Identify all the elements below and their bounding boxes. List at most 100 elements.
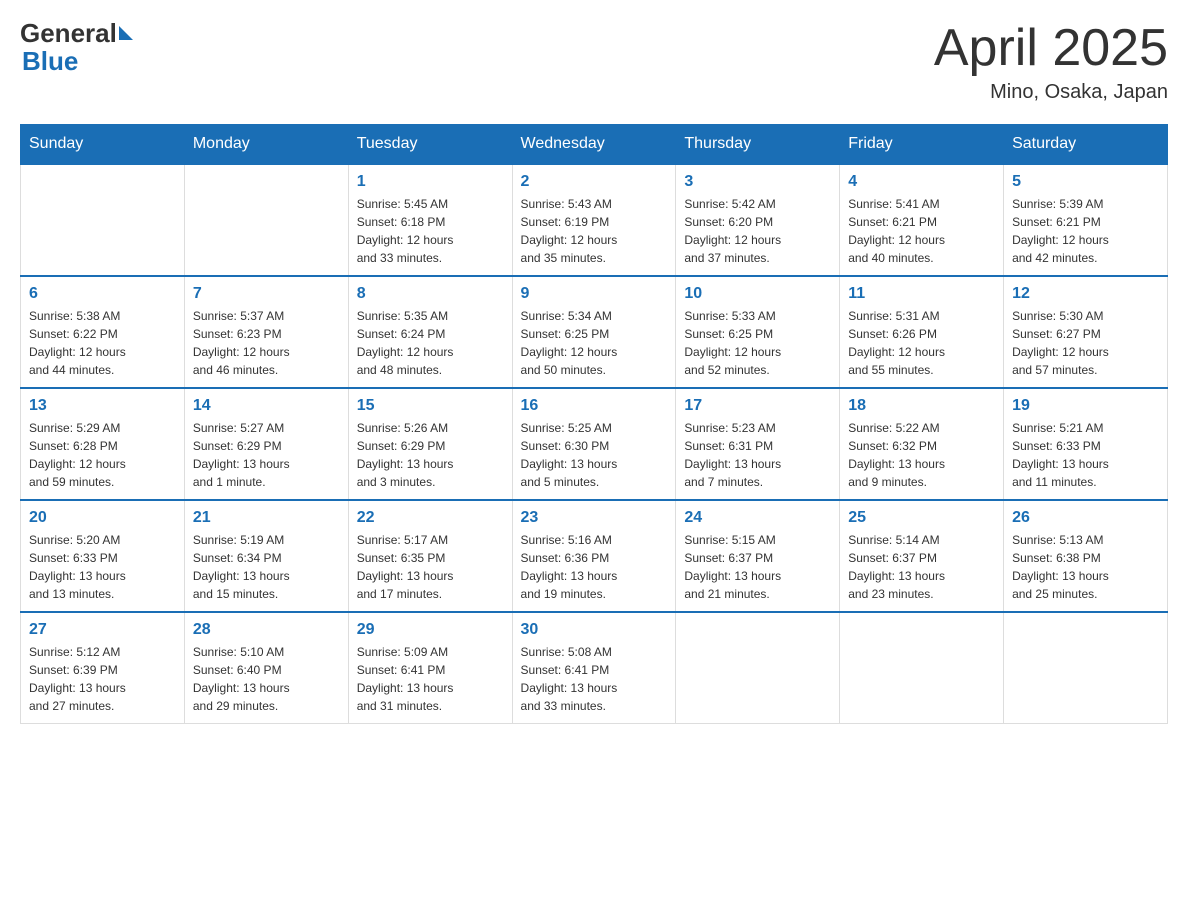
day-info: Sunrise: 5:38 AM Sunset: 6:22 PM Dayligh… (29, 307, 176, 379)
calendar-week-row: 27 Sunrise: 5:12 AM Sunset: 6:39 PM Dayli… (21, 612, 1168, 724)
calendar-day-cell (840, 612, 1004, 724)
day-of-week-header: Wednesday (512, 125, 676, 165)
calendar-day-cell: 26Sunrise: 5:13 AM Sunset: 6:38 PM Dayli… (1004, 500, 1168, 612)
calendar-day-cell: 8 Sunrise: 5:35 AM Sunset: 6:24 PM Daylig… (348, 276, 512, 388)
calendar-day-cell: 23 Sunrise: 5:16 AM Sunset: 6:36 PM Dayli… (512, 500, 676, 612)
day-info: Sunrise: 5:27 AM Sunset: 6:29 PM Dayligh… (193, 419, 340, 491)
calendar-day-cell: 18Sunrise: 5:22 AM Sunset: 6:32 PM Dayli… (840, 388, 1004, 500)
day-number: 15 (357, 397, 504, 415)
calendar-day-cell (1004, 612, 1168, 724)
day-number: 10 (684, 285, 831, 303)
day-of-week-header: Sunday (21, 125, 185, 165)
calendar-day-cell: 22 Sunrise: 5:17 AM Sunset: 6:35 PM Dayli… (348, 500, 512, 612)
day-number: 17 (684, 397, 831, 415)
day-info: Sunrise: 5:13 AM Sunset: 6:38 PM Dayligh… (1012, 531, 1159, 603)
day-info: Sunrise: 5:19 AM Sunset: 6:34 PM Dayligh… (193, 531, 340, 603)
day-number: 21 (193, 509, 340, 527)
day-info: Sunrise: 5:08 AM Sunset: 6:41 PM Dayligh… (521, 643, 668, 715)
calendar-week-row: 13 Sunrise: 5:29 AM Sunset: 6:28 PM Dayli… (21, 388, 1168, 500)
calendar-week-row: 20Sunrise: 5:20 AM Sunset: 6:33 PM Dayli… (21, 500, 1168, 612)
page-header: General Blue April 2025 Mino, Osaka, Jap… (20, 20, 1168, 104)
calendar-day-cell: 10 Sunrise: 5:33 AM Sunset: 6:25 PM Dayli… (676, 276, 840, 388)
calendar-day-cell: 4 Sunrise: 5:41 AM Sunset: 6:21 PM Daylig… (840, 164, 1004, 276)
calendar-day-cell: 28Sunrise: 5:10 AM Sunset: 6:40 PM Dayli… (184, 612, 348, 724)
calendar-day-cell: 6 Sunrise: 5:38 AM Sunset: 6:22 PM Daylig… (21, 276, 185, 388)
subtitle: Mino, Osaka, Japan (934, 81, 1168, 104)
day-number: 30 (521, 621, 668, 639)
logo-triangle-icon (119, 26, 133, 40)
day-info: Sunrise: 5:21 AM Sunset: 6:33 PM Dayligh… (1012, 419, 1159, 491)
calendar-week-row: 1 Sunrise: 5:45 AM Sunset: 6:18 PM Daylig… (21, 164, 1168, 276)
logo-general-text: General (20, 20, 117, 46)
day-info: Sunrise: 5:14 AM Sunset: 6:37 PM Dayligh… (848, 531, 995, 603)
day-info: Sunrise: 5:09 AM Sunset: 6:41 PM Dayligh… (357, 643, 504, 715)
day-info: Sunrise: 5:43 AM Sunset: 6:19 PM Dayligh… (521, 195, 668, 267)
calendar-day-cell: 5Sunrise: 5:39 AM Sunset: 6:21 PM Daylig… (1004, 164, 1168, 276)
day-number: 28 (193, 621, 340, 639)
day-number: 9 (521, 285, 668, 303)
day-number: 7 (193, 285, 340, 303)
day-info: Sunrise: 5:25 AM Sunset: 6:30 PM Dayligh… (521, 419, 668, 491)
day-info: Sunrise: 5:23 AM Sunset: 6:31 PM Dayligh… (684, 419, 831, 491)
calendar-day-cell: 7 Sunrise: 5:37 AM Sunset: 6:23 PM Daylig… (184, 276, 348, 388)
day-number: 24 (684, 509, 831, 527)
day-info: Sunrise: 5:41 AM Sunset: 6:21 PM Dayligh… (848, 195, 995, 267)
day-number: 11 (848, 285, 995, 303)
day-number: 29 (357, 621, 504, 639)
calendar-day-cell: 16 Sunrise: 5:25 AM Sunset: 6:30 PM Dayli… (512, 388, 676, 500)
calendar-day-cell: 20Sunrise: 5:20 AM Sunset: 6:33 PM Dayli… (21, 500, 185, 612)
day-info: Sunrise: 5:17 AM Sunset: 6:35 PM Dayligh… (357, 531, 504, 603)
calendar-body: 1 Sunrise: 5:45 AM Sunset: 6:18 PM Daylig… (21, 164, 1168, 724)
day-info: Sunrise: 5:37 AM Sunset: 6:23 PM Dayligh… (193, 307, 340, 379)
calendar-day-cell: 9 Sunrise: 5:34 AM Sunset: 6:25 PM Daylig… (512, 276, 676, 388)
day-of-week-header: Tuesday (348, 125, 512, 165)
calendar-day-cell: 14 Sunrise: 5:27 AM Sunset: 6:29 PM Dayli… (184, 388, 348, 500)
calendar-day-cell (21, 164, 185, 276)
day-number: 13 (29, 397, 176, 415)
day-info: Sunrise: 5:26 AM Sunset: 6:29 PM Dayligh… (357, 419, 504, 491)
day-info: Sunrise: 5:35 AM Sunset: 6:24 PM Dayligh… (357, 307, 504, 379)
day-info: Sunrise: 5:12 AM Sunset: 6:39 PM Dayligh… (29, 643, 176, 715)
day-info: Sunrise: 5:45 AM Sunset: 6:18 PM Dayligh… (357, 195, 504, 267)
day-info: Sunrise: 5:29 AM Sunset: 6:28 PM Dayligh… (29, 419, 176, 491)
calendar-day-cell (676, 612, 840, 724)
calendar-day-cell: 17 Sunrise: 5:23 AM Sunset: 6:31 PM Dayli… (676, 388, 840, 500)
main-title: April 2025 (934, 20, 1168, 77)
calendar-day-cell: 15 Sunrise: 5:26 AM Sunset: 6:29 PM Dayli… (348, 388, 512, 500)
calendar-day-cell: 3 Sunrise: 5:42 AM Sunset: 6:20 PM Daylig… (676, 164, 840, 276)
day-number: 2 (521, 173, 668, 191)
day-info: Sunrise: 5:22 AM Sunset: 6:32 PM Dayligh… (848, 419, 995, 491)
calendar-day-cell: 12Sunrise: 5:30 AM Sunset: 6:27 PM Dayli… (1004, 276, 1168, 388)
day-number: 23 (521, 509, 668, 527)
day-number: 22 (357, 509, 504, 527)
title-block: April 2025 Mino, Osaka, Japan (934, 20, 1168, 104)
calendar-day-cell: 30 Sunrise: 5:08 AM Sunset: 6:41 PM Dayli… (512, 612, 676, 724)
calendar-day-cell: 2 Sunrise: 5:43 AM Sunset: 6:19 PM Daylig… (512, 164, 676, 276)
calendar-day-cell: 11Sunrise: 5:31 AM Sunset: 6:26 PM Dayli… (840, 276, 1004, 388)
day-of-week-header: Friday (840, 125, 1004, 165)
day-info: Sunrise: 5:34 AM Sunset: 6:25 PM Dayligh… (521, 307, 668, 379)
day-number: 8 (357, 285, 504, 303)
day-number: 1 (357, 173, 504, 191)
calendar-day-cell: 25Sunrise: 5:14 AM Sunset: 6:37 PM Dayli… (840, 500, 1004, 612)
calendar-day-cell: 21 Sunrise: 5:19 AM Sunset: 6:34 PM Dayli… (184, 500, 348, 612)
day-number: 27 (29, 621, 176, 639)
logo-blue-text: Blue (22, 46, 133, 77)
day-number: 3 (684, 173, 831, 191)
day-of-week-header: Monday (184, 125, 348, 165)
day-number: 6 (29, 285, 176, 303)
day-info: Sunrise: 5:15 AM Sunset: 6:37 PM Dayligh… (684, 531, 831, 603)
day-info: Sunrise: 5:33 AM Sunset: 6:25 PM Dayligh… (684, 307, 831, 379)
day-of-week-header: Thursday (676, 125, 840, 165)
day-info: Sunrise: 5:30 AM Sunset: 6:27 PM Dayligh… (1012, 307, 1159, 379)
calendar-day-cell: 29 Sunrise: 5:09 AM Sunset: 6:41 PM Dayli… (348, 612, 512, 724)
day-info: Sunrise: 5:39 AM Sunset: 6:21 PM Dayligh… (1012, 195, 1159, 267)
day-info: Sunrise: 5:16 AM Sunset: 6:36 PM Dayligh… (521, 531, 668, 603)
day-number: 16 (521, 397, 668, 415)
day-number: 14 (193, 397, 340, 415)
calendar-week-row: 6 Sunrise: 5:38 AM Sunset: 6:22 PM Daylig… (21, 276, 1168, 388)
calendar-day-cell (184, 164, 348, 276)
calendar-day-cell: 19Sunrise: 5:21 AM Sunset: 6:33 PM Dayli… (1004, 388, 1168, 500)
day-info: Sunrise: 5:42 AM Sunset: 6:20 PM Dayligh… (684, 195, 831, 267)
day-number: 4 (848, 173, 995, 191)
